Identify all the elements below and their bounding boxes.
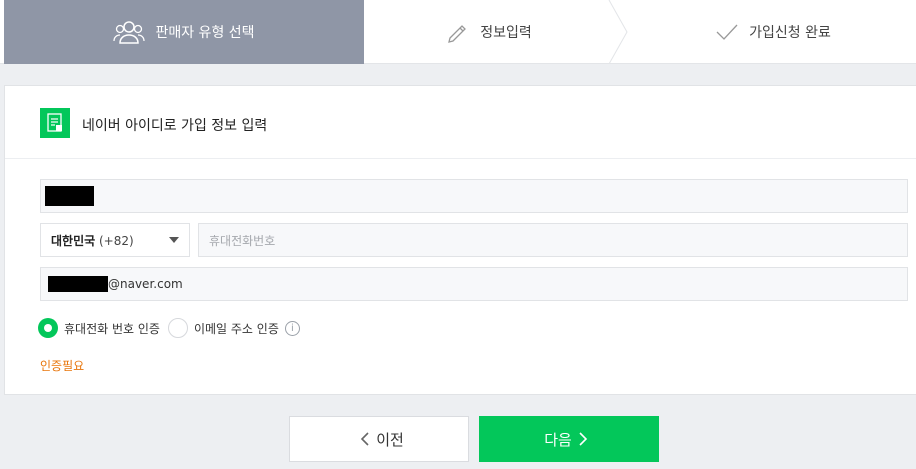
verify-method-group: 휴대전화 번호 인증 이메일 주소 인증 i xyxy=(38,317,300,339)
next-label: 다음 xyxy=(544,430,572,449)
step-label: 가입신청 완료 xyxy=(749,25,831,41)
radio-email-verify[interactable] xyxy=(167,318,188,338)
name-field[interactable] xyxy=(40,179,908,213)
radio-phone-verify[interactable] xyxy=(38,318,58,338)
step-complete: 가입신청 완료 xyxy=(630,0,916,64)
step-label: 정보입력 xyxy=(480,25,532,41)
phone-placeholder: 휴대전화번호 xyxy=(209,233,276,248)
radio-email-label[interactable]: 이메일 주소 인증 xyxy=(194,320,279,337)
prev-label: 이전 xyxy=(376,430,404,449)
email-field[interactable]: @naver.com xyxy=(40,267,908,301)
redacted-name xyxy=(45,186,94,206)
phone-input[interactable]: 휴대전화번호 xyxy=(198,223,908,257)
card-title: 네이버 아이디로 가입 정보 입력 xyxy=(82,118,268,134)
step-separator xyxy=(608,0,628,64)
country-name: 대한민국 xyxy=(51,233,96,248)
step-label: 판매자 유형 선택 xyxy=(155,25,255,41)
step-info-input: 정보입력 xyxy=(364,0,614,64)
redacted-email-id xyxy=(48,276,108,292)
pencil-icon xyxy=(446,21,470,43)
chevron-right-icon xyxy=(578,432,588,446)
document-icon xyxy=(40,108,70,138)
card-header: 네이버 아이디로 가입 정보 입력 xyxy=(5,86,916,159)
next-button[interactable]: 다음 xyxy=(479,416,659,462)
prev-button[interactable]: 이전 xyxy=(289,416,469,462)
chevron-left-icon xyxy=(360,432,370,446)
signup-stepper: 판매자 유형 선택 정보입력 가입신청 완료 xyxy=(0,0,916,64)
email-domain: @naver.com xyxy=(108,277,183,291)
info-icon[interactable]: i xyxy=(284,320,300,336)
country-value: 대한민국 (+82) xyxy=(51,232,134,249)
step-seller-type: 판매자 유형 선택 xyxy=(4,0,364,64)
chevron-down-icon xyxy=(169,237,179,243)
verification-status: 인증필요 xyxy=(40,359,85,373)
country-select[interactable]: 대한민국 (+82) xyxy=(40,223,190,257)
step-arrow xyxy=(344,0,364,64)
check-icon xyxy=(715,22,739,42)
country-code: (+82) xyxy=(99,233,134,248)
users-icon xyxy=(113,19,146,45)
radio-phone-label[interactable]: 휴대전화 번호 인증 xyxy=(64,320,160,337)
